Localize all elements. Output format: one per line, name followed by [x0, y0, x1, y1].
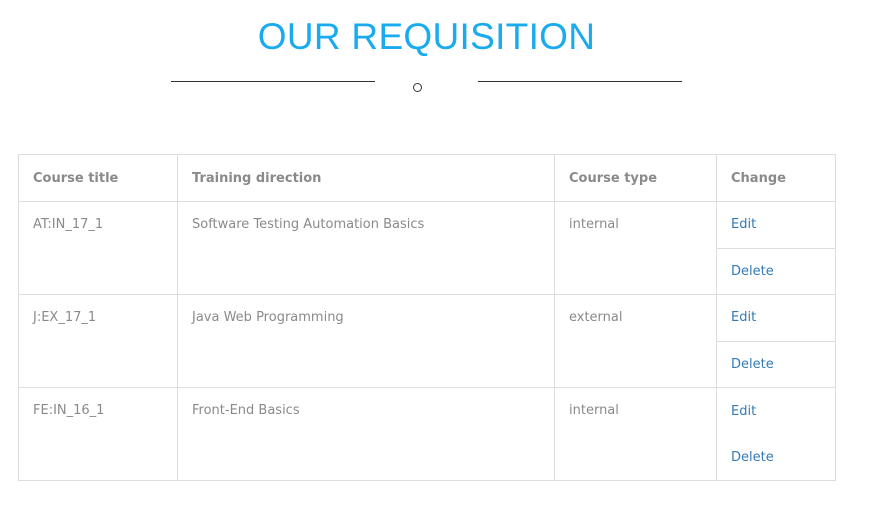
column-header-course-title: Course title — [18, 154, 178, 202]
title-divider-left — [171, 81, 375, 82]
table-row: J:EX_17_1 Java Web Programming external … — [18, 294, 836, 388]
edit-link[interactable]: Edit — [731, 310, 756, 325]
delete-link[interactable]: Delete — [731, 450, 774, 465]
table-row: AT:IN_17_1 Software Testing Automation B… — [18, 201, 836, 295]
table-row: FE:IN_16_1 Front-End Basics internal Edi… — [18, 387, 836, 481]
table-header-row: Course title Training direction Course t… — [18, 154, 836, 202]
column-header-change: Change — [716, 154, 836, 202]
delete-cell: Delete — [716, 434, 836, 481]
course-title-cell: J:EX_17_1 — [18, 294, 178, 388]
delete-cell: Delete — [716, 247, 836, 295]
column-header-training-direction: Training direction — [177, 154, 555, 202]
column-header-course-type: Course type — [554, 154, 717, 202]
title-divider-right — [478, 81, 682, 82]
delete-link[interactable]: Delete — [731, 357, 774, 372]
edit-cell: Edit — [716, 294, 836, 342]
course-type-cell: internal — [554, 201, 717, 295]
delete-cell: Delete — [716, 340, 836, 388]
course-type-cell: internal — [554, 387, 717, 481]
training-direction-cell: Software Testing Automation Basics — [177, 201, 555, 295]
edit-link[interactable]: Edit — [731, 217, 756, 232]
edit-link[interactable]: Edit — [731, 404, 756, 419]
requisition-table: Course title Training direction Course t… — [18, 154, 836, 481]
training-direction-cell: Java Web Programming — [177, 294, 555, 388]
edit-cell: Edit — [716, 387, 836, 434]
page-title: OUR REQUISITION — [257, 16, 596, 57]
course-title-cell: FE:IN_16_1 — [18, 387, 178, 481]
divider-circle-icon — [413, 83, 422, 92]
course-title-cell: AT:IN_17_1 — [18, 201, 178, 295]
delete-link[interactable]: Delete — [731, 264, 774, 279]
training-direction-cell: Front-End Basics — [177, 387, 555, 481]
course-type-cell: external — [554, 294, 717, 388]
edit-cell: Edit — [716, 201, 836, 249]
